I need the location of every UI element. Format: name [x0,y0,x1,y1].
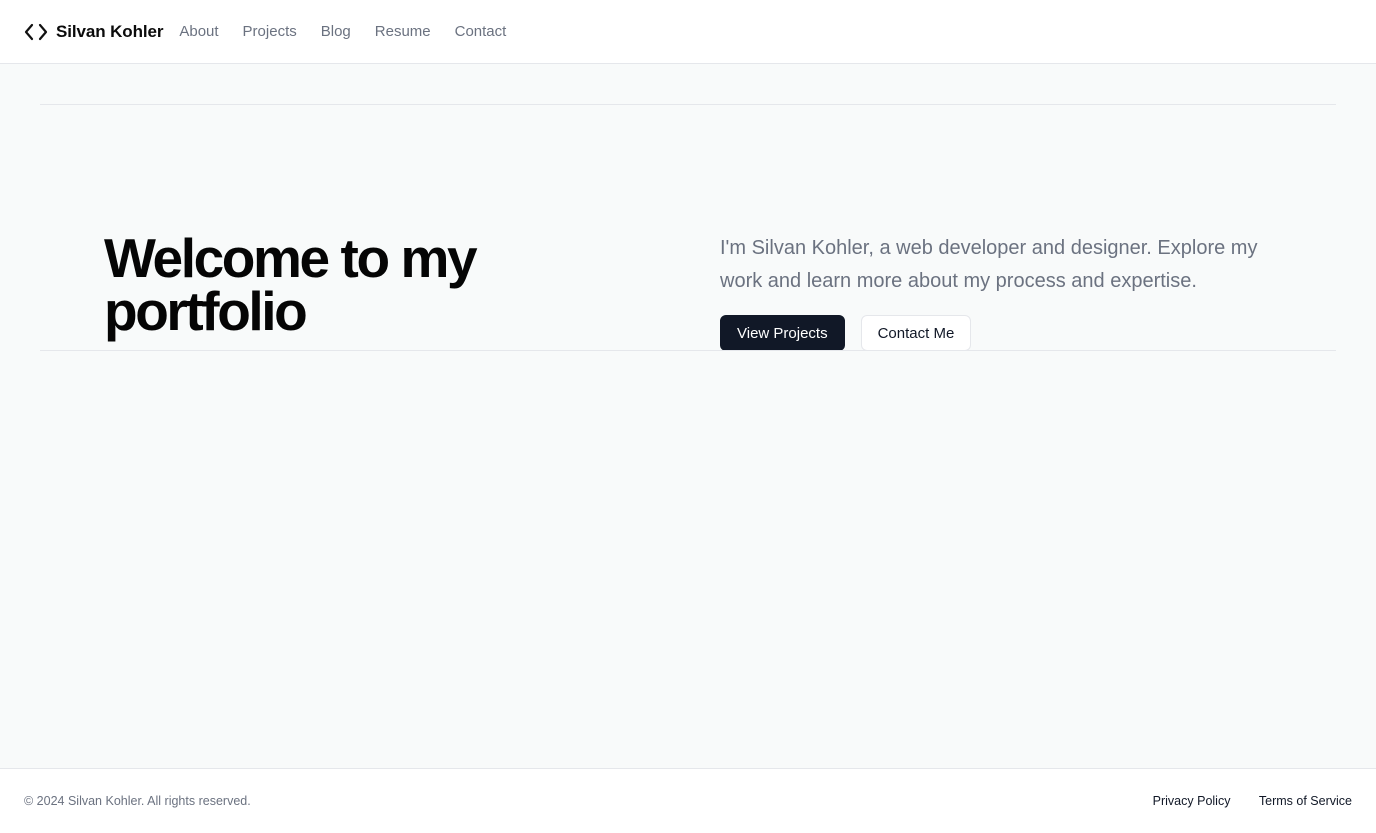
nav-blog[interactable]: Blog [321,23,351,40]
hero-intro: I'm Silvan Kohler, a web developer and d… [720,232,1300,351]
nav-resume[interactable]: Resume [375,23,431,40]
brand-link[interactable]: Silvan Kohler [24,20,163,44]
hero-bottom-divider [40,350,1336,351]
nav-contact[interactable]: Contact [455,23,507,40]
brand-name: Silvan Kohler [56,21,164,41]
site-footer: © 2024 Silvan Kohler. All rights reserve… [0,768,1376,833]
view-projects-button[interactable]: View Projects [720,315,845,351]
contact-me-button[interactable]: Contact Me [860,315,972,351]
hero-buttons: View Projects Contact Me [720,315,1300,351]
hero-title: Welcome to my portfolio [104,227,478,342]
code-brackets-icon [24,20,48,44]
footer-links: Privacy Policy Terms of Service [1129,792,1352,810]
terms-of-service-link[interactable]: Terms of Service [1259,794,1352,808]
privacy-policy-link[interactable]: Privacy Policy [1153,794,1231,808]
copyright-text: © 2024 Silvan Kohler. All rights reserve… [24,794,251,808]
nav-about[interactable]: About [179,23,218,40]
hero-description: I'm Silvan Kohler, a web developer and d… [720,237,1258,292]
main-nav: About Projects Blog Resume Contact [179,23,530,40]
nav-projects[interactable]: Projects [243,23,297,40]
hero-top-divider [40,104,1336,105]
site-header: Silvan Kohler About Projects Blog Resume… [0,0,1376,64]
